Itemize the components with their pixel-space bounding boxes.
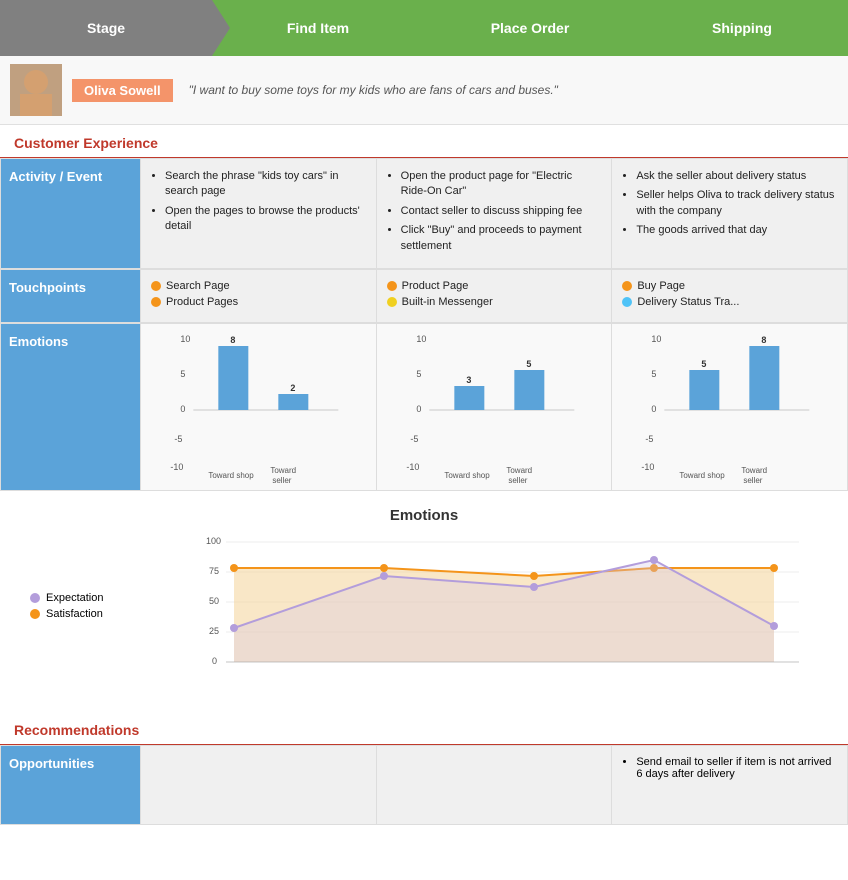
svg-text:100: 100 bbox=[206, 536, 221, 546]
svg-text:seller: seller bbox=[508, 476, 527, 485]
customer-quote: "I want to buy some toys for my kids who… bbox=[189, 83, 558, 97]
avatar bbox=[10, 64, 62, 116]
bar-chart-3: 10 5 0 -5 -10 5 8 Toward shop Toward sel… bbox=[616, 330, 843, 485]
touchpoints-col3: Buy Page Delivery Status Tra... bbox=[612, 269, 848, 323]
svg-text:5: 5 bbox=[702, 359, 707, 369]
stage-item-shipping: Shipping bbox=[636, 0, 848, 56]
emotions-chart-3: 10 5 0 -5 -10 5 8 Toward shop Toward sel… bbox=[612, 323, 848, 491]
svg-text:-10: -10 bbox=[170, 462, 183, 472]
emotions-line-section: Emotions Expectation Satisfaction 100 75… bbox=[0, 491, 848, 712]
svg-text:-5: -5 bbox=[410, 434, 418, 444]
svg-text:Toward: Toward bbox=[742, 466, 768, 475]
svg-text:8: 8 bbox=[762, 335, 767, 345]
dot-messenger bbox=[387, 297, 397, 307]
svg-text:2: 2 bbox=[290, 383, 295, 393]
rec-col1 bbox=[141, 745, 377, 825]
activity-col2: Open the product page for "Electric Ride… bbox=[377, 158, 613, 269]
rec-col2 bbox=[377, 745, 613, 825]
bar-chart-2: 10 5 0 -5 -10 3 5 Toward shop Toward sel… bbox=[381, 330, 608, 485]
emotions-row: Emotions 10 5 0 -5 -10 8 2 Toward shop T… bbox=[0, 323, 848, 491]
svg-text:5: 5 bbox=[180, 369, 185, 379]
legend-expectation-dot bbox=[30, 593, 40, 603]
svg-text:50: 50 bbox=[209, 596, 219, 606]
legend-satisfaction-dot bbox=[30, 609, 40, 619]
svg-text:75: 75 bbox=[209, 566, 219, 576]
touchpoints-label: Touchpoints bbox=[1, 269, 141, 323]
dot-product-page bbox=[387, 281, 397, 291]
svg-text:10: 10 bbox=[180, 334, 190, 344]
svg-text:-10: -10 bbox=[642, 462, 655, 472]
emotions-chart-1: 10 5 0 -5 -10 8 2 Toward shop Toward sel… bbox=[141, 323, 377, 491]
legend-expectation-label: Expectation bbox=[46, 592, 103, 604]
emotions-legend: Expectation Satisfaction bbox=[30, 592, 103, 624]
touchpoints-row: Touchpoints Search Page Product Pages Pr… bbox=[0, 269, 848, 323]
svg-text:Toward shop: Toward shop bbox=[680, 471, 726, 480]
customer-name: Oliva Sowell bbox=[72, 79, 173, 102]
svg-text:5: 5 bbox=[652, 369, 657, 379]
activity-event-row: Activity / Event Search the phrase "kids… bbox=[0, 158, 848, 269]
svg-text:seller: seller bbox=[272, 476, 291, 485]
emotions-chart-title: Emotions bbox=[10, 507, 838, 524]
svg-text:10: 10 bbox=[416, 334, 426, 344]
svg-text:Toward: Toward bbox=[506, 466, 532, 475]
rec-col3: Send email to seller if item is not arri… bbox=[612, 745, 848, 825]
touchpoints-col2: Product Page Built-in Messenger bbox=[377, 269, 613, 323]
svg-text:0: 0 bbox=[180, 404, 185, 414]
svg-text:5: 5 bbox=[526, 359, 531, 369]
svg-text:5: 5 bbox=[416, 369, 421, 379]
stage-item-placeorder: Place Order bbox=[424, 0, 636, 56]
dot-buy-page bbox=[622, 281, 632, 291]
activity-col3: Ask the seller about delivery status Sel… bbox=[612, 158, 848, 269]
svg-text:0: 0 bbox=[416, 404, 421, 414]
svg-text:0: 0 bbox=[212, 656, 217, 666]
activity-event-label: Activity / Event bbox=[1, 158, 141, 269]
svg-text:0: 0 bbox=[652, 404, 657, 414]
svg-text:Toward: Toward bbox=[270, 466, 296, 475]
touchpoints-col1: Search Page Product Pages bbox=[141, 269, 377, 323]
emotions-chart-2: 10 5 0 -5 -10 3 5 Toward shop Toward sel… bbox=[377, 323, 613, 491]
svg-text:Toward shop: Toward shop bbox=[208, 471, 254, 480]
bar-chart-1: 10 5 0 -5 -10 8 2 Toward shop Toward sel… bbox=[145, 330, 372, 485]
recommendations-grid: Opportunities Send email to seller if it… bbox=[0, 745, 848, 825]
activity-col1: Search the phrase "kids toy cars" in sea… bbox=[141, 158, 377, 269]
svg-text:seller: seller bbox=[744, 476, 763, 485]
emotions-label: Emotions bbox=[1, 323, 141, 491]
stage-item-stage: Stage bbox=[0, 0, 212, 56]
svg-text:-10: -10 bbox=[406, 462, 419, 472]
stage-item-finditem: Find Item bbox=[212, 0, 424, 56]
svg-text:3: 3 bbox=[466, 375, 471, 385]
customer-row: Oliva Sowell "I want to buy some toys fo… bbox=[0, 56, 848, 125]
svg-text:-5: -5 bbox=[646, 434, 654, 444]
legend-satisfaction-label: Satisfaction bbox=[46, 608, 103, 620]
recommendations-title: Recommendations bbox=[0, 712, 848, 745]
opportunities-label: Opportunities bbox=[1, 745, 141, 825]
svg-text:10: 10 bbox=[652, 334, 662, 344]
dot-search-page bbox=[151, 281, 161, 291]
dot-delivery-status bbox=[622, 297, 632, 307]
stage-bar: Stage Find Item Place Order Shipping bbox=[0, 0, 848, 56]
dot-product-pages bbox=[151, 297, 161, 307]
svg-text:-5: -5 bbox=[174, 434, 182, 444]
svg-text:8: 8 bbox=[230, 335, 235, 345]
svg-text:25: 25 bbox=[209, 626, 219, 636]
svg-text:Toward shop: Toward shop bbox=[444, 471, 490, 480]
customer-experience-title: Customer Experience bbox=[0, 125, 848, 158]
line-chart-svg: 100 75 50 25 0 bbox=[180, 532, 828, 692]
